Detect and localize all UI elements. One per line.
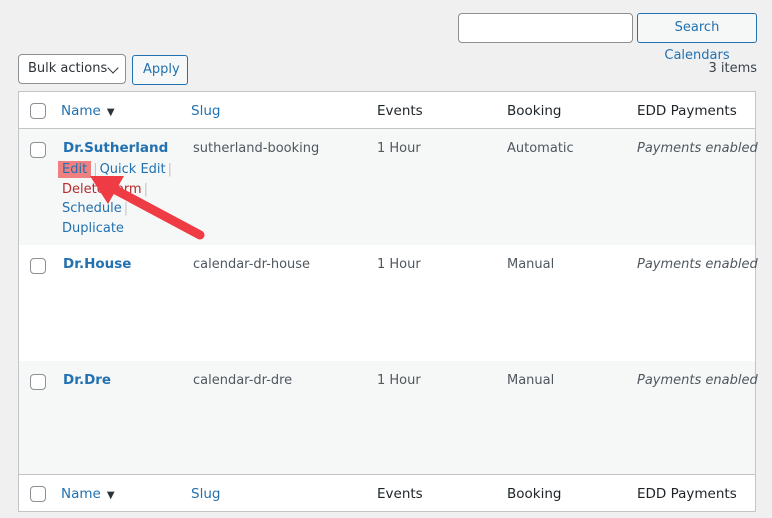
column-name-label: Name (61, 486, 101, 502)
separator: | (93, 162, 98, 177)
slug-cell: calendar-dr-house (193, 257, 311, 272)
column-header-events: Events (377, 103, 423, 119)
item-count: 3 items (708, 61, 757, 76)
table-row: Dr.Dre calendar-dr-dre 1 Hour Manual Pay… (19, 361, 758, 477)
row-checkbox[interactable] (30, 258, 46, 274)
row-checkbox[interactable] (30, 374, 46, 390)
table-header: Name ▼ Slug Events Booking EDD Payments (19, 92, 755, 129)
row-checkbox[interactable] (30, 142, 46, 158)
select-all-checkbox-footer[interactable] (30, 486, 46, 502)
separator: | (123, 201, 129, 216)
booking-cell: Manual (507, 373, 555, 388)
column-footer-slug[interactable]: Slug (191, 486, 220, 502)
slug-cell: calendar-dr-dre (193, 373, 293, 388)
slug-cell: sutherland-booking (193, 141, 320, 156)
delete-form-link[interactable]: Delete Form (62, 182, 142, 197)
calendar-name-link[interactable]: Dr.House (63, 256, 131, 272)
calendars-table: Name ▼ Slug Events Booking EDD Payments D… (18, 91, 758, 512)
events-cell: 1 Hour (377, 373, 421, 388)
payments-cell: Payments enabled (637, 257, 758, 272)
column-header-payments: EDD Payments (637, 103, 737, 119)
row-actions: Edit | Quick Edit | Delete Form | Schedule | … (58, 160, 174, 238)
column-footer-name[interactable]: Name ▼ (61, 486, 115, 502)
column-name-label: Name (61, 103, 101, 119)
separator: | (143, 181, 148, 197)
sort-desc-icon: ▼ (106, 107, 115, 118)
column-footer-payments: EDD Payments (637, 486, 737, 502)
column-header-slug[interactable]: Slug (191, 103, 220, 119)
sort-desc-icon: ▼ (106, 490, 115, 501)
quick-edit-link[interactable]: Quick Edit (100, 162, 166, 177)
chevron-down-icon (107, 62, 119, 74)
table-row: Dr.House calendar-dr-house 1 Hour Manual… (19, 245, 758, 361)
edit-link[interactable]: Edit (58, 161, 92, 178)
search-input[interactable] (458, 13, 633, 43)
booking-cell: Automatic (507, 141, 574, 156)
duplicate-link[interactable]: Duplicate (62, 221, 124, 236)
events-cell: 1 Hour (377, 141, 421, 156)
booking-cell: Manual (507, 257, 555, 272)
column-header-booking: Booking (507, 103, 562, 119)
select-all-checkbox[interactable] (30, 103, 46, 119)
payments-cell: Payments enabled (637, 141, 758, 156)
column-footer-booking: Booking (507, 486, 562, 502)
bulk-actions-select[interactable]: Bulk actions (18, 54, 126, 84)
calendar-name-link[interactable]: Dr.Dre (63, 372, 111, 388)
schedule-link[interactable]: Schedule (62, 201, 122, 216)
table-footer: Name ▼ Slug Events Booking EDD Payments (19, 474, 755, 511)
bulk-actions-label: Bulk actions (28, 61, 108, 76)
events-cell: 1 Hour (377, 257, 421, 272)
column-footer-events: Events (377, 486, 423, 502)
column-header-name[interactable]: Name ▼ (61, 103, 115, 119)
separator: | (167, 162, 173, 177)
table-row: Dr.Sutherland Edit | Quick Edit | Delete Fo… (19, 129, 758, 245)
search-calendars-button[interactable]: Search Calendars (637, 13, 757, 63)
calendar-name-link[interactable]: Dr.Sutherland (63, 140, 168, 156)
apply-button[interactable]: Apply (132, 55, 188, 85)
payments-cell: Payments enabled (637, 373, 758, 388)
